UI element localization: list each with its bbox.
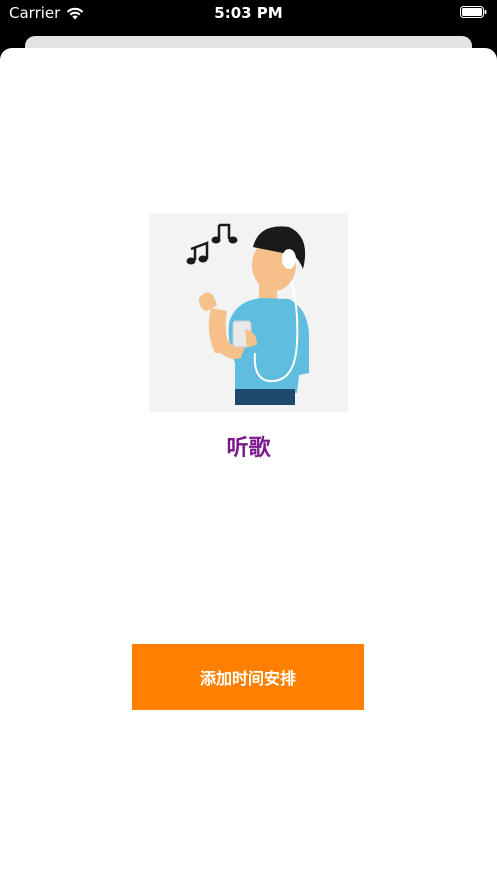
app-screen: Carrier 5:03 PM 听歌 添加时间安排 bbox=[0, 0, 497, 883]
person-listening-music-image bbox=[186, 223, 309, 405]
music-illustration bbox=[149, 213, 348, 412]
activity-title: 听歌 bbox=[226, 436, 271, 461]
add-schedule-button[interactable]: 添加时间安排 bbox=[132, 644, 364, 710]
music-notes-icon bbox=[186, 223, 238, 265]
status-time: 5:03 PM bbox=[214, 4, 283, 22]
add-schedule-button-label: 添加时间安排 bbox=[199, 669, 296, 688]
status-bar: Carrier 5:03 PM bbox=[0, 0, 497, 28]
battery-icon bbox=[460, 6, 487, 18]
activity-sheet: 听歌 添加时间安排 bbox=[0, 48, 497, 883]
